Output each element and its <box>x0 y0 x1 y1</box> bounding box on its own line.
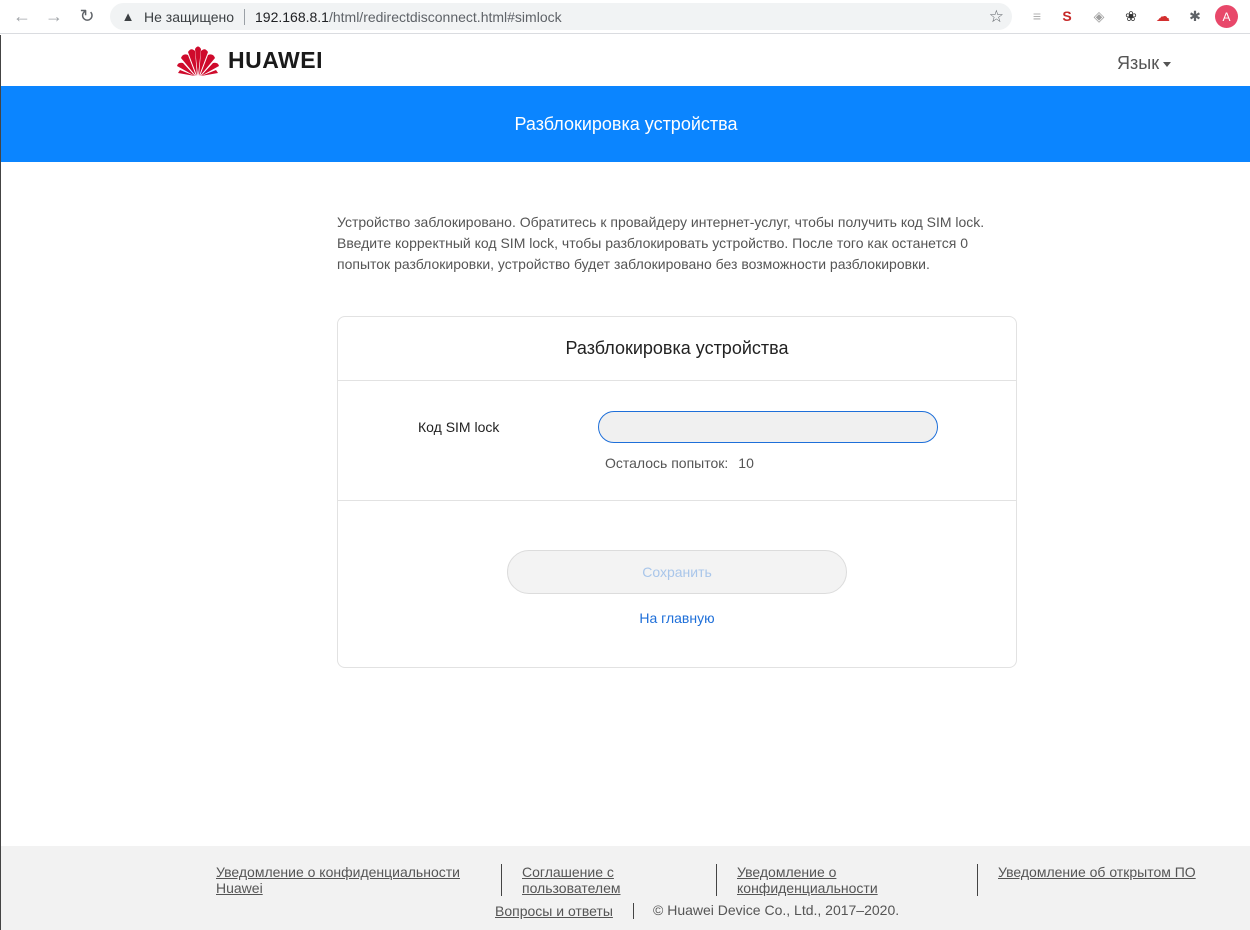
huawei-logo[interactable]: HUAWEI <box>176 43 323 77</box>
footer-copyright: © Huawei Device Co., Ltd., 2017–2020. <box>653 902 900 918</box>
profile-avatar[interactable]: A <box>1215 5 1238 28</box>
layers-extension-icon[interactable]: ≡ <box>1027 6 1047 26</box>
forward-arrow-icon[interactable]: → <box>42 4 66 28</box>
omnibox-separator <box>244 8 245 25</box>
save-button[interactable]: Сохранить <box>507 550 847 594</box>
footer-separator <box>633 903 634 919</box>
seo-extension-icon[interactable]: S <box>1057 6 1077 26</box>
cloud-extension-icon[interactable]: ☁ <box>1153 6 1173 26</box>
footer: Уведомление о конфиденциальности Huawei … <box>1 846 1250 930</box>
banner-title: Разблокировка устройства <box>514 113 738 134</box>
footer-user-agreement-link[interactable]: Соглашение с пользователем <box>522 864 692 896</box>
url-path[interactable]: /html/redirectdisconnect.html#simlock <box>329 9 562 25</box>
huawei-flower-icon <box>177 46 219 76</box>
compass-extension-icon[interactable]: ◈ <box>1089 6 1109 26</box>
language-dropdown[interactable]: Язык <box>1117 53 1172 74</box>
footer-open-source-link[interactable]: Уведомление об открытом ПО <box>998 864 1198 880</box>
page-banner: Разблокировка устройства <box>1 86 1250 162</box>
lock-description: Устройство заблокировано. Обратитесь к п… <box>337 214 985 272</box>
address-bar[interactable]: ▲ Не защищено 192.168.8.1/html/redirectd… <box>110 3 1012 30</box>
warning-icon[interactable]: ▲ <box>120 9 136 25</box>
card-title: Разблокировка устройства <box>338 317 1016 381</box>
home-link[interactable]: На главную <box>338 610 1016 626</box>
attempts-label: Осталось попыток: <box>605 455 729 471</box>
insecure-label[interactable]: Не защищено <box>144 9 234 25</box>
sim-lock-input[interactable] <box>598 411 938 443</box>
card-divider <box>338 500 1016 501</box>
language-label: Язык <box>1117 53 1160 73</box>
footer-separator <box>501 864 502 896</box>
sim-lock-label: Код SIM lock <box>418 419 500 435</box>
attempts-value: 10 <box>738 455 754 471</box>
brand-name: HUAWEI <box>228 46 323 73</box>
browser-toolbar: ← → ↻ ▲ Не защищено 192.168.8.1/html/red… <box>0 0 1250 34</box>
page-content: HUAWEI Язык Разблокировка устройства Уст… <box>0 35 1250 930</box>
footer-privacy-huawei-link[interactable]: Уведомление о конфиденциальности Huawei <box>216 864 476 896</box>
reload-icon[interactable]: ↻ <box>75 4 99 28</box>
leaf-extension-icon[interactable]: ❀ <box>1121 6 1141 26</box>
top-header: HUAWEI Язык <box>1 35 1250 86</box>
footer-privacy-notice-link[interactable]: Уведомление о конфиденциальности <box>737 864 937 896</box>
puzzle-extensions-icon[interactable]: ✱ <box>1185 6 1205 26</box>
bookmark-star-icon[interactable]: ☆ <box>989 7 1004 27</box>
back-arrow-icon[interactable]: ← <box>10 4 34 28</box>
footer-separator <box>716 864 717 896</box>
url-host[interactable]: 192.168.8.1 <box>255 9 329 25</box>
footer-separator <box>977 864 978 896</box>
attempts-remaining: Осталось попыток: 10 <box>605 455 754 471</box>
footer-faq-link[interactable]: Вопросы и ответы <box>495 903 613 919</box>
unlock-card: Разблокировка устройства Код SIM lock Ос… <box>337 316 1017 668</box>
caret-down-icon <box>1163 61 1172 67</box>
